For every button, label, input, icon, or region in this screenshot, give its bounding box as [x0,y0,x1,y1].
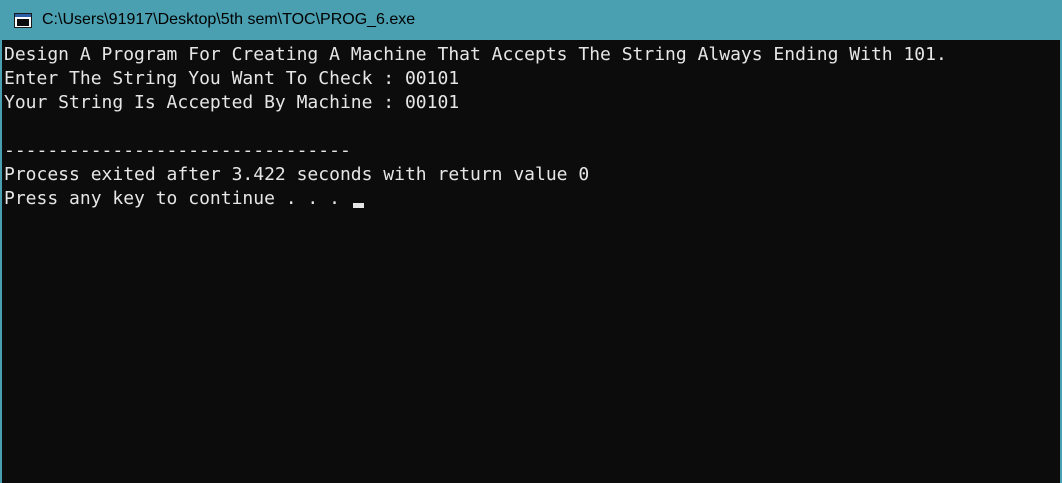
console-app-icon [14,12,32,28]
console-line: Design A Program For Creating A Machine … [4,44,947,65]
title-bar[interactable]: C:\Users\91917\Desktop\5th sem\TOC\PROG_… [2,0,1060,40]
console-line: Your String Is Accepted By Machine : 001… [4,92,460,113]
console-line: Press any key to continue . . . [4,188,351,209]
console-line: -------------------------------- [4,140,351,161]
console-line: Process exited after 3.422 seconds with … [4,164,590,185]
console-window: C:\Users\91917\Desktop\5th sem\TOC\PROG_… [0,0,1062,483]
console-line: Enter The String You Want To Check : 001… [4,68,460,89]
console-output[interactable]: Design A Program For Creating A Machine … [2,40,1060,483]
window-title: C:\Users\91917\Desktop\5th sem\TOC\PROG_… [42,11,416,28]
text-cursor [352,203,364,208]
console-prompt-line: Press any key to continue . . . [4,187,1060,211]
